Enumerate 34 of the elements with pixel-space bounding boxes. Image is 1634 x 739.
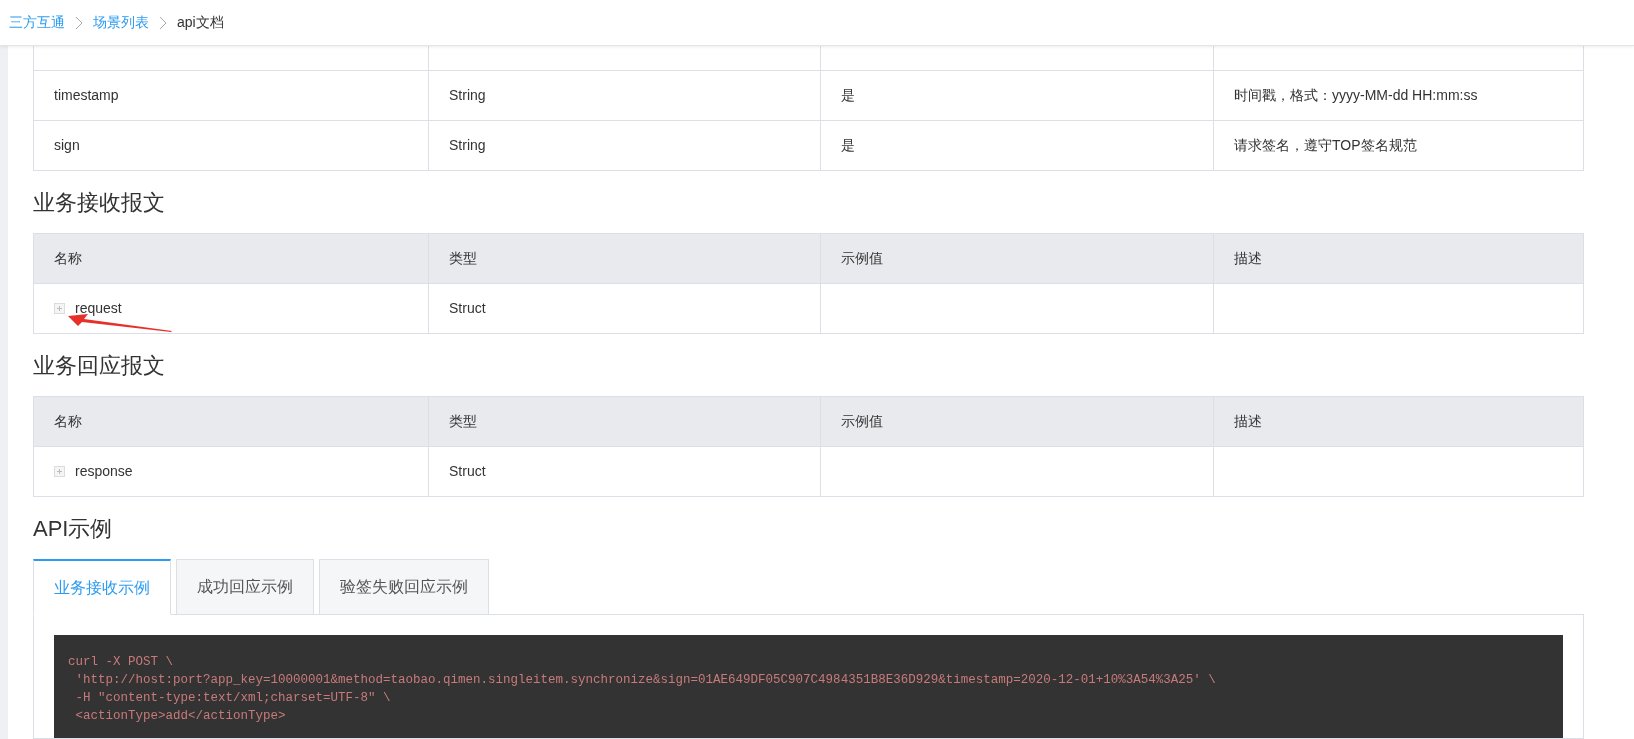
table-cell-text: timestamp	[53, 86, 120, 105]
column-header: 类型	[428, 234, 820, 283]
column-header: 类型	[428, 397, 820, 446]
table-cell: 是	[820, 71, 1213, 120]
column-header: 示例值	[820, 397, 1213, 446]
breadcrumb-link[interactable]: 三方互通	[9, 12, 65, 33]
table-cell-text: request	[75, 299, 122, 318]
column-header: 名称	[53, 249, 83, 268]
tab[interactable]: 成功回应示例	[176, 559, 314, 615]
column-header: 描述	[1213, 234, 1583, 283]
breadcrumb-current: api文档	[177, 13, 224, 32]
table-cell: String	[428, 71, 820, 120]
table-cell: 请求签名，遵守TOP签名规范	[1213, 121, 1583, 170]
expand-icon[interactable]	[54, 303, 65, 314]
tab[interactable]: 业务接收示例	[33, 559, 171, 615]
section-title: 业务回应报文	[33, 351, 166, 380]
code-block: curl -X POST \ 'http://host:port?app_key=10000001&method=taobao.qimen.singleitem.synchronize&sign=01AE649DF05C907C4984351B8E36D929&timestamp=2020-12-01+10%3A54%3A25' \ -H "content-type:text/xml;charset=UTF-8" \ <actionType>add</actionType>	[54, 635, 1563, 738]
table-cell-text: response	[75, 462, 133, 481]
column-header: 描述	[1213, 397, 1583, 446]
breadcrumb-link[interactable]: 场景列表	[93, 12, 149, 33]
chevron-icon	[159, 15, 167, 30]
section-title: API示例	[33, 514, 114, 543]
table-cell: String	[428, 121, 820, 170]
column-header: 示例值	[820, 234, 1213, 283]
table-cell: 是	[820, 121, 1213, 170]
table-cell: 时间戳，格式：yyyy-MM-dd HH:mm:ss	[1213, 71, 1583, 120]
table-cell: Struct	[428, 284, 820, 333]
expand-icon[interactable]	[54, 466, 65, 477]
column-header: 名称	[53, 412, 83, 431]
section-title: 业务接收报文	[33, 188, 166, 217]
chevron-icon	[75, 15, 83, 30]
table-cell-text: sign	[53, 136, 81, 155]
table-cell: Struct	[428, 447, 820, 496]
tab[interactable]: 验签失败回应示例	[319, 559, 489, 615]
